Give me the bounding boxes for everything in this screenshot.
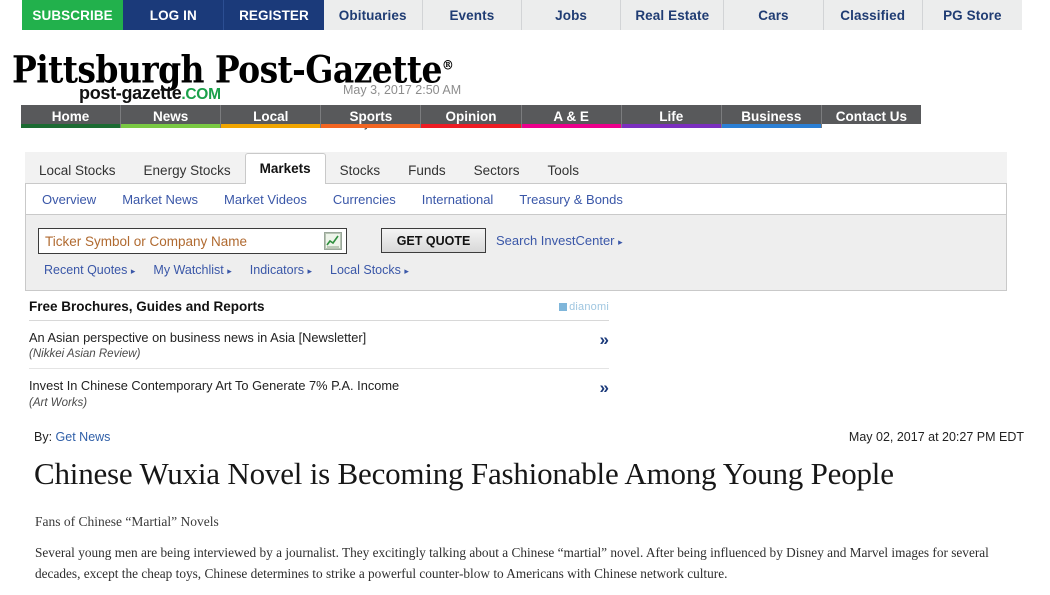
- subnav-market-videos[interactable]: Market Videos: [224, 192, 307, 207]
- nav-item-local[interactable]: Local: [221, 105, 322, 128]
- brochure-title: An Asian perspective on business news in…: [29, 330, 367, 345]
- site-domain-tld: .COM: [181, 86, 221, 103]
- dianomi-mark-icon: [559, 303, 568, 311]
- tab-tools[interactable]: Tools: [533, 156, 593, 185]
- dianomi-logo: dianomi: [559, 301, 609, 313]
- article-byline: By: Get News: [34, 430, 110, 444]
- topbar-item-register[interactable]: REGISTER: [224, 0, 324, 30]
- subnav-overview[interactable]: Overview: [42, 192, 96, 207]
- quicklink-recent-quotes-label: Recent Quotes: [44, 263, 128, 277]
- nav-item-opinion[interactable]: Opinion: [421, 105, 522, 128]
- tab-markets[interactable]: Markets: [244, 153, 326, 185]
- quote-search-panel: GET QUOTE Search InvestCenter ▸ Recent Q…: [25, 215, 1007, 291]
- investcenter-subnav: Overview Market News Market Videos Curre…: [25, 184, 1007, 215]
- article-subheading: Fans of Chinese “Martial” Novels: [35, 514, 219, 529]
- ticker-search-input[interactable]: [39, 230, 324, 252]
- topbar-left-spacer: [0, 0, 22, 30]
- brochure-title: Invest In Chinese Contemporary Art To Ge…: [29, 378, 400, 394]
- stock-chart-icon[interactable]: [324, 232, 342, 250]
- topbar-item-obituaries[interactable]: Obituaries: [323, 0, 423, 30]
- double-chevron-right-icon[interactable]: »: [600, 331, 609, 348]
- topbar-item-real-estate[interactable]: Real Estate: [621, 0, 725, 30]
- investcenter-tabstrip: Local Stocks Energy Stocks Markets Stock…: [25, 152, 1007, 185]
- subnav-international[interactable]: International: [422, 192, 494, 207]
- brochures-widget: Free Brochures, Guides and Reports diano…: [29, 299, 609, 417]
- topbar-item-cars[interactable]: Cars: [724, 0, 824, 30]
- nav-item-arts-entertainment[interactable]: A & E: [521, 105, 622, 128]
- subnav-market-news[interactable]: Market News: [122, 192, 198, 207]
- article-author-link[interactable]: Get News: [56, 430, 111, 444]
- masthead: Pittsburgh Post-Gazette® post-gazette.CO…: [0, 30, 1050, 130]
- brochure-source: (Art Works): [29, 396, 88, 409]
- subnav-treasury-bonds[interactable]: Treasury & Bonds: [519, 192, 623, 207]
- brochures-header: Free Brochures, Guides and Reports diano…: [29, 299, 609, 321]
- chevron-right-icon: ▸: [227, 266, 232, 276]
- quicklink-my-watchlist-label: My Watchlist: [153, 263, 224, 277]
- nav-item-business[interactable]: Business: [721, 105, 822, 128]
- chevron-right-icon: ▸: [307, 266, 313, 276]
- topbar-item-pg-store[interactable]: PG Store: [922, 0, 1022, 30]
- brochure-source: (Nikkei Asian Review): [29, 348, 141, 361]
- registered-mark-icon: ®: [441, 56, 454, 73]
- nav-item-home[interactable]: Home: [21, 105, 122, 128]
- quicklink-local-stocks[interactable]: Local Stocks ▸: [330, 263, 409, 277]
- tab-local-stocks[interactable]: Local Stocks: [25, 156, 130, 185]
- article-body-paragraph: Several young men are being interviewed …: [35, 545, 989, 581]
- quicklink-indicators-label: Indicators: [249, 263, 304, 277]
- ticker-search-wrap: [38, 228, 347, 254]
- search-investcenter-link[interactable]: Search InvestCenter ▸: [496, 233, 623, 248]
- chevron-right-icon: ▸: [618, 237, 623, 247]
- topbar-item-events[interactable]: Events: [422, 0, 522, 30]
- quicklink-local-stocks-label: Local Stocks: [330, 263, 401, 277]
- site-domain-main: post-gazette: [79, 83, 182, 103]
- get-quote-button[interactable]: GET QUOTE: [381, 228, 486, 253]
- search-investcenter-label: Search InvestCenter: [496, 233, 615, 248]
- article-headline: Chinese Wuxia Novel is Becoming Fashiona…: [34, 456, 894, 491]
- nav-item-news[interactable]: News: [121, 105, 222, 128]
- quicklink-recent-quotes[interactable]: Recent Quotes ▸: [44, 263, 135, 277]
- site-domain[interactable]: post-gazette.COM: [79, 83, 221, 104]
- quicklinks-row: Recent Quotes ▸ My Watchlist ▸ Indicator…: [44, 263, 427, 277]
- current-date: May 3, 2017 2:50 AM: [343, 83, 462, 97]
- nav-item-life[interactable]: Life: [621, 105, 722, 128]
- chevron-right-icon: ▸: [130, 266, 136, 276]
- brochure-list-item[interactable]: An Asian perspective on business news in…: [29, 321, 609, 370]
- byline-label: By:: [34, 430, 53, 444]
- quicklink-indicators[interactable]: Indicators ▸: [250, 263, 312, 277]
- topbar-item-subscribe[interactable]: SUBSCRIBE: [22, 0, 124, 30]
- nav-item-contact-us[interactable]: Contact Us: [821, 105, 922, 128]
- nav-item-sports[interactable]: Sports: [321, 105, 422, 128]
- tab-sectors[interactable]: Sectors: [460, 156, 534, 185]
- top-utility-bar: SUBSCRIBE LOG IN REGISTER Obituaries Eve…: [0, 0, 1022, 30]
- tab-funds[interactable]: Funds: [394, 156, 460, 185]
- brochures-title: Free Brochures, Guides and Reports: [29, 299, 265, 314]
- topbar-item-login[interactable]: LOG IN: [123, 0, 225, 30]
- topbar-item-jobs[interactable]: Jobs: [521, 0, 622, 30]
- tab-stocks[interactable]: Stocks: [326, 156, 395, 185]
- chevron-right-icon: ▸: [404, 266, 409, 276]
- topbar-item-classified[interactable]: Classified: [823, 0, 923, 30]
- quicklink-my-watchlist[interactable]: My Watchlist ▸: [153, 263, 231, 277]
- double-chevron-right-icon[interactable]: »: [600, 379, 609, 396]
- article-timestamp: May 02, 2017 at 20:27 PM EDT: [848, 430, 1024, 444]
- brochure-list-item[interactable]: Invest In Chinese Contemporary Art To Ge…: [29, 369, 609, 416]
- subnav-currencies[interactable]: Currencies: [333, 192, 396, 207]
- page-root: SUBSCRIBE LOG IN REGISTER Obituaries Eve…: [0, 0, 1050, 595]
- dianomi-label: dianomi: [569, 301, 609, 313]
- tab-energy-stocks[interactable]: Energy Stocks: [130, 156, 245, 185]
- main-navigation: Home News Local Sports Opinion A & E Lif…: [21, 105, 922, 128]
